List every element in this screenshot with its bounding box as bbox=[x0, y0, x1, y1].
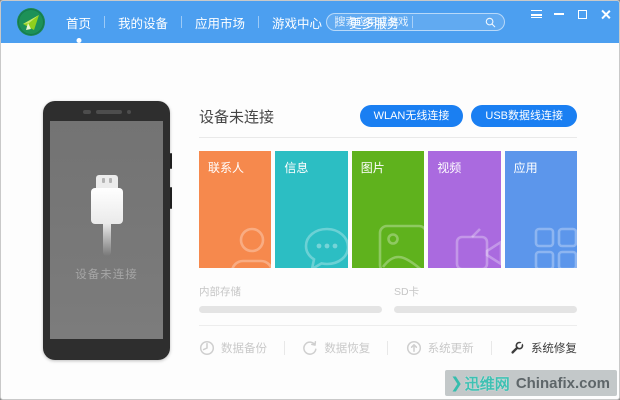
data-backup-button[interactable]: 数据备份 bbox=[199, 340, 267, 356]
storage-label: 内部存储 bbox=[199, 286, 241, 298]
nav-item-label: 首页 bbox=[66, 16, 92, 31]
close-icon[interactable] bbox=[597, 6, 613, 22]
nav-item-game-center[interactable]: 游戏中心 bbox=[259, 13, 335, 32]
tile-apps[interactable]: 应用 bbox=[504, 151, 577, 268]
top-navbar: 首页 我的设备 应用市场 游戏中心 更多服务 bbox=[1, 1, 619, 43]
site-watermark: ❯ 迅维网 Chinafix.com bbox=[445, 370, 617, 396]
watermark-domain: Chinafix.com bbox=[515, 374, 610, 392]
tile-label: 联系人 bbox=[208, 161, 245, 175]
picture-icon bbox=[378, 224, 425, 268]
nav-item-app-market[interactable]: 应用市场 bbox=[182, 13, 258, 32]
phone-side-button bbox=[170, 153, 172, 169]
phone-preview: 设备未连接 bbox=[43, 101, 172, 360]
tile-label: 图片 bbox=[360, 161, 385, 175]
phone-status-text: 设备未连接 bbox=[75, 269, 138, 281]
connect-buttons: WLAN无线连接 USB数据线连接 bbox=[359, 105, 577, 127]
usb-plug-icon bbox=[90, 175, 123, 256]
system-repair-button[interactable]: 系统修复 bbox=[509, 340, 577, 356]
search-input[interactable] bbox=[335, 16, 485, 28]
action-label: 系统修复 bbox=[530, 343, 577, 355]
tile-label: 视频 bbox=[437, 161, 462, 175]
tile-label: 信息 bbox=[284, 161, 309, 175]
message-bubble-icon bbox=[304, 227, 348, 268]
actions-row: 数据备份 数据恢复 系统更新 系统修复 bbox=[199, 340, 577, 356]
menu-icon[interactable] bbox=[528, 6, 544, 22]
storage-label: SD卡 bbox=[394, 286, 420, 298]
storage-section: 内部存储 SD卡 bbox=[199, 284, 577, 313]
phone-earpiece bbox=[43, 110, 170, 114]
search-box[interactable] bbox=[326, 13, 505, 31]
tile-contacts[interactable]: 联系人 bbox=[199, 151, 272, 268]
app-logo-icon[interactable] bbox=[17, 8, 45, 36]
wlan-connect-button[interactable]: WLAN无线连接 bbox=[359, 105, 464, 127]
usb-connect-button[interactable]: USB数据线连接 bbox=[471, 105, 577, 127]
page-title: 设备未连接 bbox=[199, 108, 275, 126]
sd-card-storage-bar bbox=[394, 306, 577, 313]
internal-storage-bar bbox=[199, 306, 382, 313]
active-tab-indicator-dot bbox=[76, 37, 81, 43]
header-divider bbox=[199, 137, 577, 138]
apps-grid-icon bbox=[534, 227, 577, 268]
action-label: 系统更新 bbox=[427, 343, 474, 355]
restore-arrow-icon bbox=[303, 341, 317, 355]
search-icon[interactable] bbox=[485, 17, 496, 28]
data-restore-button[interactable]: 数据恢复 bbox=[302, 340, 370, 356]
actions-divider bbox=[199, 325, 577, 326]
internal-storage: 内部存储 bbox=[199, 284, 382, 313]
contacts-person-icon bbox=[231, 227, 272, 268]
maximize-icon[interactable] bbox=[574, 6, 590, 22]
action-label: 数据备份 bbox=[221, 343, 267, 355]
tile-messages[interactable]: 信息 bbox=[275, 151, 348, 268]
nav-item-home[interactable]: 首页 bbox=[53, 13, 104, 43]
tile-pictures[interactable]: 图片 bbox=[351, 151, 425, 268]
backup-clock-icon bbox=[199, 340, 215, 356]
action-divider bbox=[490, 341, 492, 355]
phone-screen: 设备未连接 bbox=[50, 121, 163, 339]
minimize-icon[interactable] bbox=[551, 6, 567, 22]
action-divider bbox=[284, 341, 286, 355]
sd-card-storage: SD卡 bbox=[394, 284, 577, 313]
tile-label: 应用 bbox=[513, 161, 538, 175]
window-controls bbox=[528, 6, 613, 22]
tile-videos[interactable]: 视频 bbox=[428, 151, 501, 268]
action-divider bbox=[387, 341, 389, 355]
video-camera-icon bbox=[455, 228, 501, 268]
app-window: 首页 我的设备 应用市场 游戏中心 更多服务 搜索应用或游戏 设备未连接 设备未… bbox=[0, 0, 620, 400]
system-update-button[interactable]: 系统更新 bbox=[406, 340, 474, 356]
action-label: 数据恢复 bbox=[324, 343, 371, 355]
paper-plane-logo-icon bbox=[18, 9, 44, 35]
watermark-site-name: 迅维网 bbox=[464, 375, 510, 393]
repair-wrench-icon bbox=[511, 341, 524, 354]
main-panel: 设备未连接 WLAN无线连接 USB数据线连接 联系人 信息 图片 视频 应用 … bbox=[199, 104, 577, 356]
update-arrow-icon bbox=[406, 340, 421, 356]
nav-item-my-devices[interactable]: 我的设备 bbox=[105, 13, 181, 32]
phone-side-button bbox=[170, 187, 172, 209]
category-tiles: 联系人 信息 图片 视频 应用 bbox=[199, 151, 577, 268]
watermark-chevron-icon: ❯ bbox=[450, 375, 463, 392]
